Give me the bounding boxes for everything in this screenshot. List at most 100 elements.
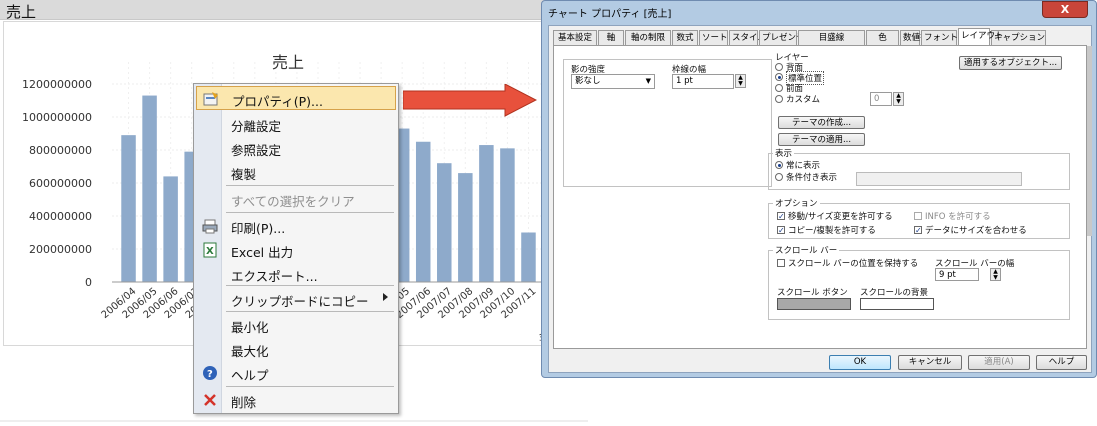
option-checkbox-copy[interactable]: ✓ (777, 226, 785, 235)
bar-2007/09[interactable] (479, 145, 494, 282)
option-copy: コピー/複製を許可する (788, 226, 876, 236)
menu-item-label: 複製 (231, 167, 257, 182)
option-checkbox-info[interactable] (914, 212, 922, 220)
theme-apply-button[interactable]: テーマの適用... (778, 133, 865, 146)
theme-create-button[interactable]: テーマの作成... (778, 116, 865, 129)
custom-layer-spinner[interactable]: ▲ ▼ (893, 92, 904, 106)
menu-item-label: Excel 出力 (231, 245, 294, 260)
scrollbar-label: スクロール バー (773, 244, 840, 256)
menu-item-0[interactable]: プロパティ(P)... (196, 86, 396, 110)
menu-separator (226, 212, 394, 213)
bar-2007/08[interactable] (458, 173, 473, 282)
bar-2007/10[interactable] (500, 148, 515, 282)
lower-ruler (0, 420, 588, 422)
layer-radio-back[interactable] (775, 63, 783, 71)
keep-scroll-checkbox[interactable] (777, 259, 785, 267)
excel-icon: X (202, 242, 218, 258)
bar-2007/11[interactable] (521, 232, 536, 283)
options-label: オプション (773, 197, 820, 209)
cancel-button[interactable]: キャンセル (898, 355, 962, 370)
menu-item-label: 最小化 (231, 320, 269, 335)
y-tick-label: 1000000000 (22, 111, 92, 124)
tab-10[interactable]: フォント (921, 30, 958, 45)
red-arrow-icon (403, 84, 537, 117)
menu-item-12[interactable]: 削除 (196, 388, 396, 412)
bar-2006/06[interactable] (163, 176, 178, 282)
condition-field[interactable] (856, 172, 1022, 186)
tab-2[interactable]: 軸の制限 (625, 30, 671, 45)
apply-button[interactable]: 適用(A) (968, 355, 1030, 370)
ok-button[interactable]: OK (829, 355, 891, 370)
close-button[interactable]: X (1042, 1, 1088, 18)
border-width-field[interactable]: 1 pt (672, 74, 734, 89)
help-button[interactable]: ヘルプ (1036, 355, 1087, 370)
delete-icon (202, 392, 218, 408)
menu-item-label: クリップボードにコピー (231, 294, 369, 309)
menu-item-label: 参照設定 (231, 143, 282, 158)
menu-separator (226, 386, 394, 387)
menu-item-3[interactable]: 複製 (196, 160, 396, 184)
menu-item-9[interactable]: 最小化 (196, 313, 396, 337)
layer-radio-front[interactable] (775, 84, 783, 92)
display-radio-conditional[interactable] (775, 173, 783, 181)
menu-item-label: 印刷(P)... (231, 221, 286, 236)
layer-radio-standard[interactable] (775, 73, 783, 81)
tab-0[interactable]: 基本設定 (553, 30, 597, 45)
apply-object-button[interactable]: 適用するオブジェクト... (959, 56, 1062, 70)
option-checkbox-move-resize[interactable]: ✓ (777, 212, 785, 221)
menu-item-5[interactable]: 印刷(P)... (196, 214, 396, 238)
y-tick-label: 1200000000 (22, 78, 92, 91)
bar-2007/06[interactable] (415, 141, 431, 282)
menu-item-11[interactable]: ? ヘルプ (196, 361, 396, 385)
menu-item-4[interactable]: すべての選択をクリア (196, 187, 396, 211)
svg-text:X: X (206, 246, 214, 257)
menu-item-8[interactable]: クリップボードにコピー (196, 287, 396, 311)
tab-1[interactable]: 軸 (598, 30, 624, 45)
option-move-resize: 移動/サイズ変更を許可する (788, 212, 893, 222)
menu-separator (226, 185, 394, 186)
bar-2006/04[interactable] (121, 135, 136, 282)
chart-window-titlebar[interactable]: 売上 (0, 0, 588, 21)
border-width-spinner[interactable]: ▲ ▼ (735, 74, 746, 88)
scroll-width-spinner[interactable]: ▲ ▼ (990, 268, 1001, 281)
tab-pane-scrollbar[interactable] (1087, 46, 1092, 236)
menu-item-1[interactable]: 分離設定 (196, 112, 396, 136)
display-label: 表示 (773, 147, 795, 159)
display-radio-always[interactable] (775, 161, 783, 169)
menu-item-2[interactable]: 参照設定 (196, 136, 396, 160)
dialog-title: チャート プロパティ [売上] (548, 9, 672, 20)
menu-item-7[interactable]: エクスポート... (196, 262, 396, 286)
menu-item-label: 最大化 (231, 344, 269, 359)
bar-2006/05[interactable] (142, 95, 157, 282)
option-checkbox-fit-data[interactable]: ✓ (914, 226, 922, 235)
tab-9[interactable]: 数値書式 (900, 30, 937, 45)
y-tick-label: 200000000 (29, 243, 92, 256)
dialog-body: 基本設定軸軸の制限数式ソートスタイルプレゼンテーション目盛線色数値書式フォントレ… (548, 25, 1092, 373)
border-width-value: 1 pt (676, 76, 693, 86)
shadow-strength-select[interactable]: 影なし ▼ (571, 74, 655, 89)
print-icon (202, 218, 218, 234)
y-tick-label: 600000000 (29, 177, 92, 190)
menu-item-label: 分離設定 (231, 119, 282, 134)
scroll-button-color-swatch[interactable] (777, 298, 851, 310)
tab-6[interactable]: プレゼンテーション (759, 30, 838, 45)
tab-11[interactable]: レイアウト (958, 28, 1004, 45)
shadow-strength-value: 影なし (575, 76, 601, 86)
chevron-down-icon: ▼ (645, 77, 651, 85)
tab-5[interactable]: スタイル (729, 30, 766, 45)
menu-item-10[interactable]: 最大化 (196, 337, 396, 361)
tab-7[interactable]: 目盛線 (798, 30, 865, 45)
layer-radio-custom[interactable] (775, 95, 783, 103)
custom-layer-field[interactable]: 0 (870, 92, 892, 106)
bar-2007/07[interactable] (437, 163, 452, 282)
tab-8[interactable]: 色 (866, 30, 899, 45)
scroll-width-value: 9 pt (939, 270, 956, 280)
scroll-bg-color-swatch[interactable] (860, 298, 934, 310)
svg-text:?: ? (207, 369, 213, 380)
menu-item-6[interactable]: X Excel 出力 (196, 238, 396, 262)
tab-3[interactable]: 数式 (672, 30, 698, 45)
option-fit-data: データにサイズを合わせる (925, 226, 1027, 236)
display-option-always: 常に表示 (786, 161, 821, 171)
tab-4[interactable]: ソート (699, 30, 728, 45)
scroll-width-field[interactable]: 9 pt (935, 268, 979, 281)
